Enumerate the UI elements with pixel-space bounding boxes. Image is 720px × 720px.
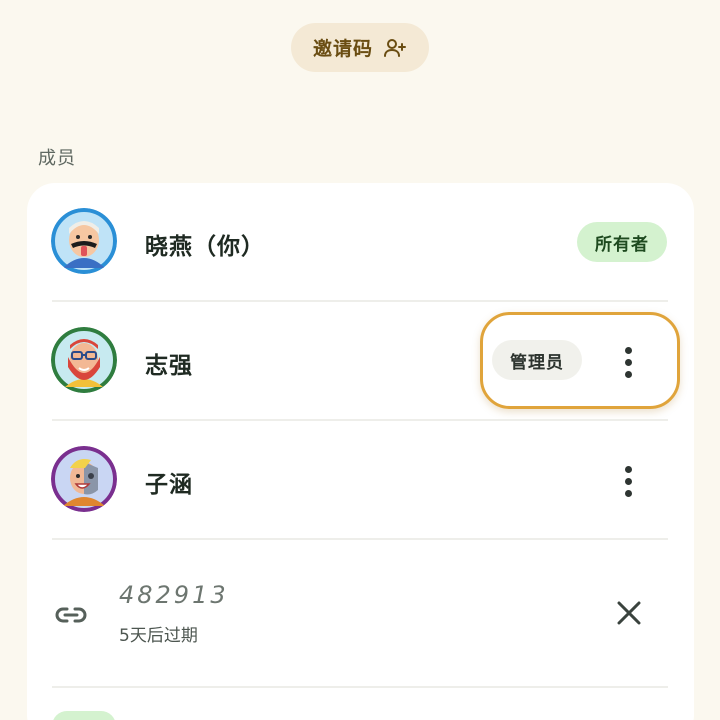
avatar <box>51 327 117 393</box>
member-name: 子涵 <box>145 472 193 498</box>
member-name: 志强 <box>145 353 193 379</box>
member-row-owner[interactable]: 晓燕（你） 所有者 <box>27 183 694 303</box>
close-icon[interactable] <box>612 596 646 630</box>
owner-badge: 所有者 <box>577 222 667 262</box>
invite-code-label: 邀请码 <box>312 38 373 60</box>
next-row-badge <box>52 711 116 720</box>
avatar <box>51 446 117 512</box>
invite-code-expiry: 5天后过期 <box>119 626 198 646</box>
member-row[interactable]: 子涵 <box>27 421 694 541</box>
divider <box>52 538 668 540</box>
members-section-title: 成员 <box>38 148 76 169</box>
admin-badge[interactable]: 管理员 <box>492 340 582 380</box>
member-row-admin[interactable]: 志强 管理员 <box>27 302 694 422</box>
link-icon <box>55 607 87 623</box>
divider <box>52 686 668 688</box>
person-add-icon <box>384 38 406 57</box>
invite-code-value: 482913 <box>119 581 229 609</box>
avatar <box>51 208 117 274</box>
invite-code-button[interactable]: 邀请码 <box>291 23 429 72</box>
members-card: 晓燕（你） 所有者 志强 管理员 子涵 482913 5天后过期 <box>27 183 694 720</box>
member-name: 晓燕（你） <box>145 234 265 260</box>
more-vertical-icon[interactable] <box>612 461 644 501</box>
group-members-screen: 邀请码 成员 晓燕（你） 所有者 志强 管理员 子涵 482913 5天后过期 <box>0 0 720 720</box>
invite-code-row: 482913 5天后过期 <box>27 541 694 687</box>
more-vertical-icon[interactable] <box>612 342 644 382</box>
